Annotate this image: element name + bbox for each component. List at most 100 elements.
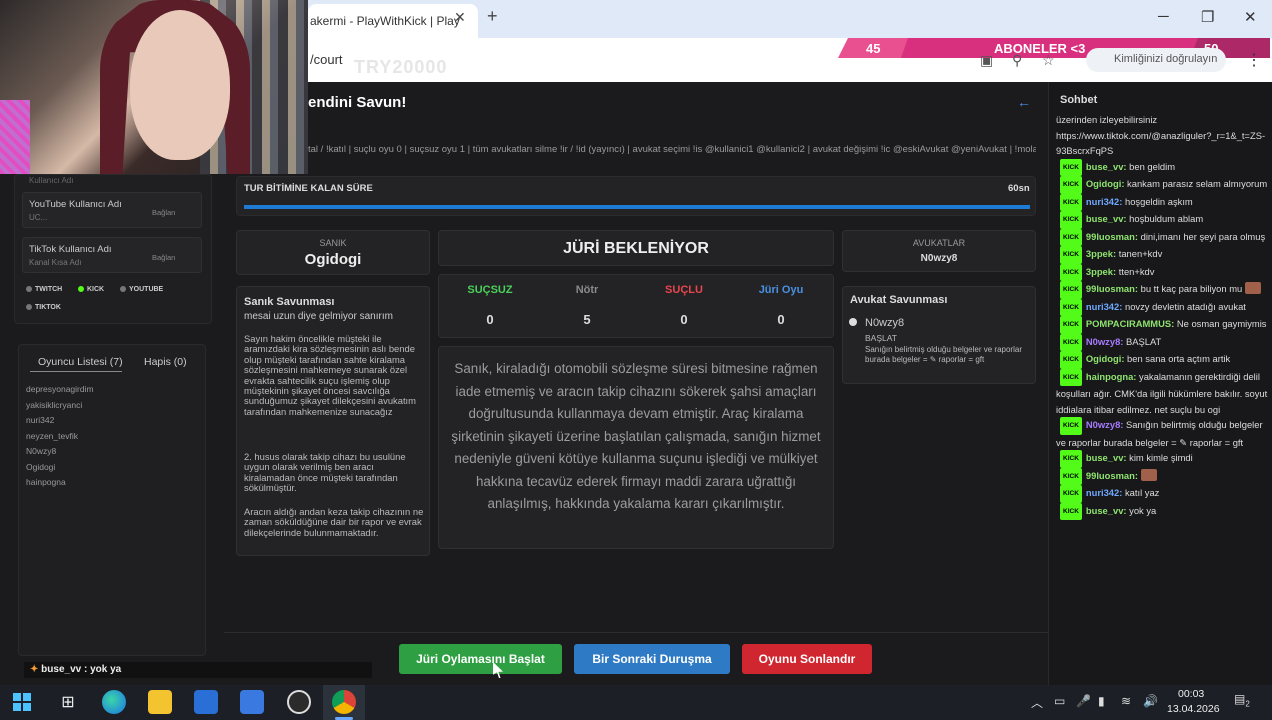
kick-logo-icon: ✦ — [30, 664, 42, 675]
platform-tiktok[interactable]: TIKTOK — [26, 304, 61, 311]
chat-username[interactable]: nuri342 — [1086, 487, 1119, 498]
account-partial-label: Kullanıcı Adı — [29, 176, 74, 185]
kick-badge-icon: KICK — [1060, 333, 1082, 351]
chrome-icon[interactable] — [332, 690, 356, 714]
store-icon[interactable] — [194, 690, 218, 714]
clock-date[interactable]: 13.04.2026 — [1167, 703, 1220, 715]
chat-text: hoşbuldum ablam — [1129, 213, 1204, 224]
notification-icon[interactable]: ▤2 — [1234, 692, 1250, 708]
file-explorer-icon[interactable] — [148, 690, 172, 714]
obs-icon[interactable] — [287, 690, 311, 714]
active-tab-indicator — [30, 371, 122, 372]
windows-start-icon[interactable] — [10, 690, 34, 714]
chat-title: Sohbet — [1060, 94, 1098, 106]
player-item: nuri342 — [26, 415, 55, 425]
battery-icon[interactable]: ▮ — [1098, 694, 1105, 708]
lawyer-status-dot — [849, 318, 857, 326]
microphone-icon[interactable]: 🎤 — [1076, 694, 1091, 708]
minimize-icon[interactable]: ─ — [1158, 8, 1169, 25]
chat-username[interactable]: Ogidogi — [1086, 353, 1121, 364]
chat-username[interactable]: buse_vv — [1086, 452, 1124, 463]
edge-icon[interactable] — [102, 690, 126, 714]
chat-username[interactable]: POMPACIRAMMUS — [1086, 318, 1171, 329]
end-game-button[interactable]: Oyunu Sonlandır — [742, 644, 872, 674]
tray-overflow-icon[interactable]: ︿ — [1031, 694, 1043, 711]
chat-username[interactable]: nuri342 — [1086, 301, 1119, 312]
chat-username[interactable]: nuri342 — [1086, 196, 1119, 207]
translate-icon[interactable]: ▣ — [980, 52, 993, 69]
next-hearing-button[interactable]: Bir Sonraki Duruşma — [574, 644, 730, 674]
kick-badge-icon: KICK — [1060, 450, 1082, 468]
restore-icon[interactable]: ❐ — [1201, 8, 1214, 26]
back-arrow-icon[interactable]: ← — [1017, 94, 1031, 110]
tab-jail[interactable]: Hapis (0) — [144, 356, 187, 368]
tiktok-account-title: TikTok Kullanıcı Adı — [29, 244, 112, 255]
platform-kick[interactable]: KICK — [78, 286, 104, 293]
youtube-connect-button[interactable]: Bağlan — [152, 208, 175, 217]
chat-text: yok ya — [1129, 504, 1157, 516]
chat-text: katıl yaz — [1124, 487, 1160, 498]
jury-status: JÜRİ BEKLENİYOR — [563, 240, 709, 257]
browser-tab[interactable]: akermi - PlayWithKick | Play — [308, 4, 478, 38]
tiktok-connect-button[interactable]: Bağlan — [152, 253, 175, 262]
timer-label: TUR BİTİMİNE KALAN SÜRE — [244, 183, 373, 194]
kick-badge-icon: KICK — [1060, 417, 1082, 435]
chat-system-line: https://www.tiktok.com/@anazliguler?_r=1… — [1056, 129, 1266, 157]
lawyer-defense-message-1: BAŞLAT — [865, 333, 897, 343]
chat-username[interactable]: 99luosman — [1086, 231, 1135, 242]
browser-menu-icon[interactable]: ⋮ — [1246, 50, 1262, 70]
wifi-icon[interactable]: ≋ — [1121, 694, 1131, 708]
chat-username[interactable]: 99luosman — [1086, 470, 1135, 481]
volume-icon[interactable]: 🔊 — [1143, 694, 1158, 708]
clock-time[interactable]: 00:03 — [1178, 688, 1204, 700]
chat-text: novzy devletin atadığı avukat — [1124, 300, 1246, 312]
chat-message: KICK nuri342: novzy devletin atadığı avuk… — [1056, 298, 1268, 316]
sub-goal-current: 45 — [838, 38, 908, 58]
chat-message: KICK buse_vv: hoşbuldum ablam — [1056, 211, 1268, 229]
chat-message: KICK Ogidogi: ben sana orta açtım artik — [1056, 351, 1268, 369]
window-close-icon[interactable]: ✕ — [1244, 8, 1257, 26]
profile-chip[interactable]: Kimliğinizi doğrulayın — [1086, 48, 1226, 72]
tray-app-icon[interactable]: ▭ — [1054, 694, 1065, 708]
chat-text: kankam parasız selam almıyorum — [1127, 178, 1268, 189]
lawyer-name: N0wzy8 — [920, 253, 958, 264]
chat-username[interactable]: Ogidogi — [1086, 178, 1121, 189]
start-jury-vote-button[interactable]: Jüri Oylamasını Başlat — [399, 644, 562, 674]
player-item: depresyonagirdim — [26, 384, 94, 394]
webcam-overlay — [0, 0, 308, 174]
outlook-icon[interactable] — [240, 690, 264, 714]
kick-badge-icon: KICK — [1060, 281, 1082, 299]
chat-message: KICK buse_vv: kim kimle şimdi — [1056, 450, 1268, 468]
chat-username[interactable]: buse_vv — [1086, 505, 1124, 516]
kick-badge-icon: KICK — [1060, 502, 1082, 520]
chat-system-line: üzerinden izleyebilirsiniz — [1056, 114, 1158, 125]
chat-username[interactable]: 99luosman — [1086, 283, 1135, 294]
youtube-account-input[interactable]: UC... — [29, 213, 47, 222]
chat-username[interactable]: hainpogna — [1086, 371, 1133, 382]
new-tab-icon[interactable]: + — [487, 6, 498, 27]
emote-icon — [1140, 468, 1157, 481]
chat-messages[interactable]: üzerinden izleyebilirsiniz https://www.ti… — [1056, 112, 1268, 668]
chat-username[interactable]: 3ppek — [1086, 248, 1113, 259]
chat-username[interactable]: 3ppek — [1086, 266, 1113, 277]
status-dot-icon — [78, 286, 84, 293]
chat-message: KICK N0wzy8: Sanığın belirtmiş olduğu bel… — [1056, 417, 1268, 450]
vote-label-jury: Jüri Oyu — [758, 284, 804, 296]
url-text[interactable]: /court — [310, 52, 343, 67]
timer-value: 60sn — [1008, 183, 1030, 194]
tiktok-account-input[interactable]: Kanal Kısa Adı — [29, 258, 81, 267]
bookmark-star-icon[interactable]: ☆ — [1042, 52, 1055, 69]
player-item: N0wzy8 — [26, 446, 57, 456]
platform-youtube[interactable]: YOUTUBE — [120, 286, 163, 293]
chat-username[interactable]: N0wzy8 — [1086, 336, 1120, 347]
task-view-icon[interactable]: ⊞ — [56, 690, 80, 714]
chat-username[interactable]: buse_vv — [1086, 161, 1124, 172]
platform-twitch[interactable]: TWITCH — [26, 286, 62, 293]
zoom-icon[interactable]: ⚲ — [1012, 52, 1022, 69]
chat-username[interactable]: N0wzy8 — [1086, 419, 1120, 430]
chat-text: dini,imanı her şeyi para olmuş — [1140, 230, 1266, 242]
tab-player-list[interactable]: Oyuncu Listesi (7) — [38, 356, 123, 368]
notification-count: 2 — [1245, 699, 1250, 709]
chat-username[interactable]: buse_vv — [1086, 213, 1124, 224]
tab-close-icon[interactable]: ✕ — [454, 9, 466, 26]
